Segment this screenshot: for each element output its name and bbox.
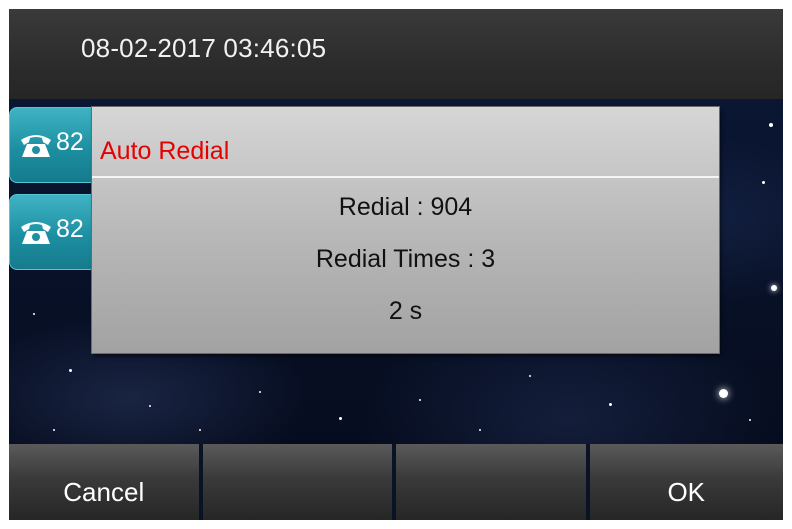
date-time: 08-02-2017 03:46:05 [81,33,327,63]
softkey-bar: Cancel OK [9,444,783,520]
dialog-divider [92,176,719,178]
phone-icon [21,135,51,157]
ok-button[interactable]: OK [589,444,783,520]
softkey-2[interactable] [202,444,396,520]
dialog-title: Auto Redial [100,137,230,165]
auto-redial-dialog: Auto Redial Redial : 904 Redial Times : … [92,107,719,353]
status-bar: 08-02-2017 03:46:05 [9,9,783,99]
phone-icon [21,222,51,244]
redial-times: Redial Times : 3 [315,245,496,273]
redial-countdown: 2 s [388,297,423,325]
softkey-3[interactable] [396,444,590,520]
redial-number: Redial : 904 [338,193,473,221]
line-key-label: 82 [56,128,84,156]
cancel-button[interactable]: Cancel [9,444,203,520]
line-key-label: 82 [56,215,84,243]
phone-screen: 08-02-2017 03:46:05 82 82 Auto Redial Re… [9,9,783,520]
